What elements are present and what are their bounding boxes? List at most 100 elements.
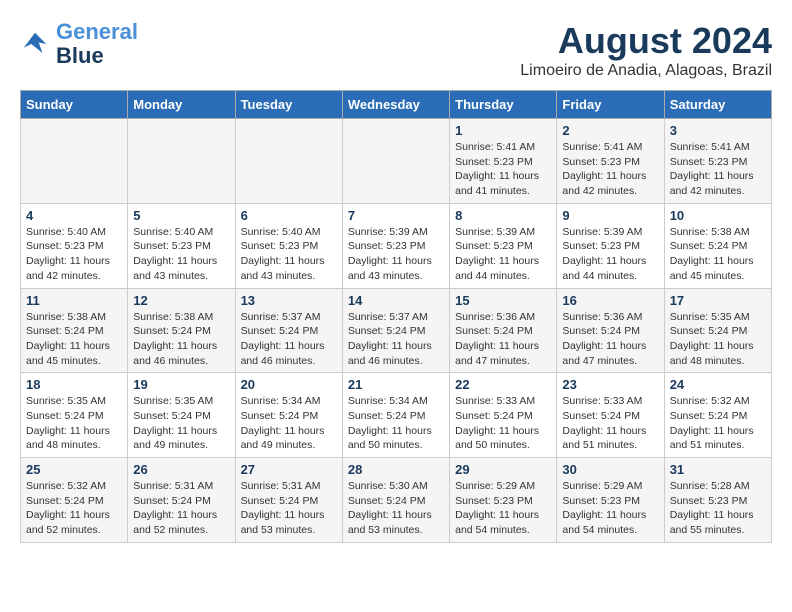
day-info: Sunrise: 5:29 AM Sunset: 5:23 PM Dayligh… <box>562 479 658 538</box>
logo-icon <box>20 29 50 59</box>
day-info: Sunrise: 5:37 AM Sunset: 5:24 PM Dayligh… <box>241 310 337 369</box>
calendar-cell: 22 Sunrise: 5:33 AM Sunset: 5:24 PM Dayli… <box>450 373 557 458</box>
day-info: Sunrise: 5:33 AM Sunset: 5:24 PM Dayligh… <box>562 394 658 453</box>
logo-text: GeneralBlue <box>56 20 138 68</box>
day-info: Sunrise: 5:31 AM Sunset: 5:24 PM Dayligh… <box>133 479 229 538</box>
day-number: 19 <box>133 377 229 392</box>
day-number: 18 <box>26 377 122 392</box>
calendar-cell: 28Sunrise: 5:30 AM Sunset: 5:24 PM Dayli… <box>342 458 449 543</box>
day-info: Sunrise: 5:38 AM Sunset: 5:24 PM Dayligh… <box>133 310 229 369</box>
day-info: Sunrise: 5:35 AM Sunset: 5:24 PM Dayligh… <box>133 394 229 453</box>
day-info: Sunrise: 5:29 AM Sunset: 5:23 PM Dayligh… <box>455 479 551 538</box>
calendar-cell <box>21 119 128 204</box>
day-number: 23 <box>562 377 658 392</box>
calendar-cell: 15 Sunrise: 5:36 AM Sunset: 5:24 PM Dayli… <box>450 288 557 373</box>
day-info: Sunrise: 5:39 AM Sunset: 5:23 PM Dayligh… <box>562 225 658 284</box>
calendar-cell: 19 Sunrise: 5:35 AM Sunset: 5:24 PM Dayli… <box>128 373 235 458</box>
day-number: 17 <box>670 293 766 308</box>
day-number: 25 <box>26 462 122 477</box>
day-number: 14 <box>348 293 444 308</box>
calendar-cell <box>128 119 235 204</box>
calendar-cell: 5 Sunrise: 5:40 AM Sunset: 5:23 PM Daylig… <box>128 203 235 288</box>
day-number: 24 <box>670 377 766 392</box>
day-number: 12 <box>133 293 229 308</box>
day-info: Sunrise: 5:35 AM Sunset: 5:24 PM Dayligh… <box>26 394 122 453</box>
day-info: Sunrise: 5:34 AM Sunset: 5:24 PM Dayligh… <box>241 394 337 453</box>
calendar-table: SundayMondayTuesdayWednesdayThursdayFrid… <box>20 90 772 543</box>
calendar-cell: 10Sunrise: 5:38 AM Sunset: 5:24 PM Dayli… <box>664 203 771 288</box>
day-info: Sunrise: 5:39 AM Sunset: 5:23 PM Dayligh… <box>348 225 444 284</box>
calendar-cell: 7 Sunrise: 5:39 AM Sunset: 5:23 PM Daylig… <box>342 203 449 288</box>
day-info: Sunrise: 5:31 AM Sunset: 5:24 PM Dayligh… <box>241 479 337 538</box>
day-info: Sunrise: 5:37 AM Sunset: 5:24 PM Dayligh… <box>348 310 444 369</box>
weekday-header-saturday: Saturday <box>664 91 771 119</box>
day-info: Sunrise: 5:41 AM Sunset: 5:23 PM Dayligh… <box>670 140 766 199</box>
calendar-cell: 9 Sunrise: 5:39 AM Sunset: 5:23 PM Daylig… <box>557 203 664 288</box>
calendar-cell: 23 Sunrise: 5:33 AM Sunset: 5:24 PM Dayli… <box>557 373 664 458</box>
day-info: Sunrise: 5:40 AM Sunset: 5:23 PM Dayligh… <box>26 225 122 284</box>
day-number: 31 <box>670 462 766 477</box>
month-year-title: August 2024 <box>520 20 772 62</box>
page-header: GeneralBlue August 2024 Limoeiro de Anad… <box>20 20 772 80</box>
day-number: 13 <box>241 293 337 308</box>
day-number: 3 <box>670 123 766 138</box>
calendar-cell: 8Sunrise: 5:39 AM Sunset: 5:23 PM Daylig… <box>450 203 557 288</box>
day-number: 8 <box>455 208 551 223</box>
calendar-cell: 21 Sunrise: 5:34 AM Sunset: 5:24 PM Dayli… <box>342 373 449 458</box>
weekday-header-friday: Friday <box>557 91 664 119</box>
day-info: Sunrise: 5:40 AM Sunset: 5:23 PM Dayligh… <box>241 225 337 284</box>
location-subtitle: Limoeiro de Anadia, Alagoas, Brazil <box>520 62 772 80</box>
calendar-cell: 31 Sunrise: 5:28 AM Sunset: 5:23 PM Dayli… <box>664 458 771 543</box>
day-number: 7 <box>348 208 444 223</box>
calendar-cell: 4 Sunrise: 5:40 AM Sunset: 5:23 PM Daylig… <box>21 203 128 288</box>
day-number: 4 <box>26 208 122 223</box>
day-number: 9 <box>562 208 658 223</box>
day-info: Sunrise: 5:40 AM Sunset: 5:23 PM Dayligh… <box>133 225 229 284</box>
day-info: Sunrise: 5:41 AM Sunset: 5:23 PM Dayligh… <box>455 140 551 199</box>
calendar-cell: 3 Sunrise: 5:41 AM Sunset: 5:23 PM Daylig… <box>664 119 771 204</box>
calendar-cell <box>235 119 342 204</box>
day-number: 21 <box>348 377 444 392</box>
day-number: 2 <box>562 123 658 138</box>
calendar-cell: 18 Sunrise: 5:35 AM Sunset: 5:24 PM Dayli… <box>21 373 128 458</box>
day-number: 26 <box>133 462 229 477</box>
day-number: 10 <box>670 208 766 223</box>
day-number: 30 <box>562 462 658 477</box>
calendar-cell: 27 Sunrise: 5:31 AM Sunset: 5:24 PM Dayli… <box>235 458 342 543</box>
calendar-cell: 26 Sunrise: 5:31 AM Sunset: 5:24 PM Dayli… <box>128 458 235 543</box>
day-info: Sunrise: 5:36 AM Sunset: 5:24 PM Dayligh… <box>455 310 551 369</box>
calendar-cell: 25 Sunrise: 5:32 AM Sunset: 5:24 PM Dayli… <box>21 458 128 543</box>
day-number: 11 <box>26 293 122 308</box>
calendar-cell: 17 Sunrise: 5:35 AM Sunset: 5:24 PM Dayli… <box>664 288 771 373</box>
calendar-cell: 1 Sunrise: 5:41 AM Sunset: 5:23 PM Daylig… <box>450 119 557 204</box>
day-info: Sunrise: 5:28 AM Sunset: 5:23 PM Dayligh… <box>670 479 766 538</box>
weekday-header-sunday: Sunday <box>21 91 128 119</box>
day-info: Sunrise: 5:35 AM Sunset: 5:24 PM Dayligh… <box>670 310 766 369</box>
day-number: 1 <box>455 123 551 138</box>
day-info: Sunrise: 5:32 AM Sunset: 5:24 PM Dayligh… <box>26 479 122 538</box>
weekday-header-wednesday: Wednesday <box>342 91 449 119</box>
day-info: Sunrise: 5:33 AM Sunset: 5:24 PM Dayligh… <box>455 394 551 453</box>
day-number: 6 <box>241 208 337 223</box>
calendar-cell: 13 Sunrise: 5:37 AM Sunset: 5:24 PM Dayli… <box>235 288 342 373</box>
calendar-cell: 12 Sunrise: 5:38 AM Sunset: 5:24 PM Dayli… <box>128 288 235 373</box>
day-number: 15 <box>455 293 551 308</box>
day-number: 29 <box>455 462 551 477</box>
day-info: Sunrise: 5:32 AM Sunset: 5:24 PM Dayligh… <box>670 394 766 453</box>
day-info: Sunrise: 5:30 AM Sunset: 5:24 PM Dayligh… <box>348 479 444 538</box>
day-number: 5 <box>133 208 229 223</box>
day-number: 22 <box>455 377 551 392</box>
weekday-header-monday: Monday <box>128 91 235 119</box>
day-info: Sunrise: 5:38 AM Sunset: 5:24 PM Dayligh… <box>26 310 122 369</box>
day-number: 20 <box>241 377 337 392</box>
day-info: Sunrise: 5:34 AM Sunset: 5:24 PM Dayligh… <box>348 394 444 453</box>
day-info: Sunrise: 5:41 AM Sunset: 5:23 PM Dayligh… <box>562 140 658 199</box>
calendar-cell: 20 Sunrise: 5:34 AM Sunset: 5:24 PM Dayli… <box>235 373 342 458</box>
weekday-header-tuesday: Tuesday <box>235 91 342 119</box>
logo: GeneralBlue <box>20 20 138 68</box>
day-number: 27 <box>241 462 337 477</box>
calendar-cell: 6 Sunrise: 5:40 AM Sunset: 5:23 PM Daylig… <box>235 203 342 288</box>
calendar-cell: 2 Sunrise: 5:41 AM Sunset: 5:23 PM Daylig… <box>557 119 664 204</box>
day-info: Sunrise: 5:36 AM Sunset: 5:24 PM Dayligh… <box>562 310 658 369</box>
calendar-cell: 16Sunrise: 5:36 AM Sunset: 5:24 PM Dayli… <box>557 288 664 373</box>
